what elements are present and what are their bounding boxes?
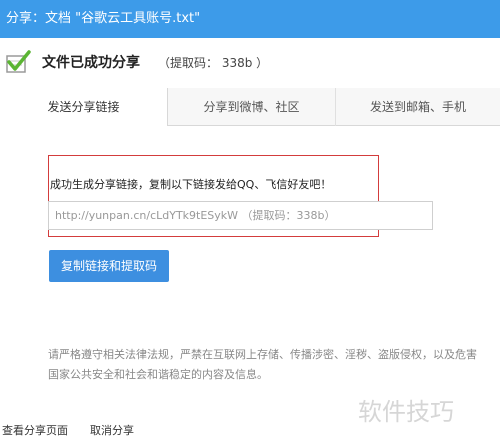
tab-send-email[interactable]: 发送到邮箱、手机 xyxy=(336,88,500,126)
share-header: 文件已成功分享 （提取码： 338b ） xyxy=(0,38,500,88)
view-share-page-link[interactable]: 查看分享页面 xyxy=(2,422,68,438)
window-title-bar: 分享：文档 "谷歌云工具账号.txt" xyxy=(0,0,500,38)
tab-label: 发送到邮箱、手机 xyxy=(369,100,466,114)
share-instruction: 成功生成分享链接，复制以下链接发给QQ、飞信好友吧！ xyxy=(50,178,332,191)
check-icon xyxy=(6,50,31,73)
watermark-text: 软件技巧 xyxy=(358,398,454,426)
tab-share-weibo[interactable]: 分享到微博、社区 xyxy=(168,88,336,126)
tab-label: 分享到微博、社区 xyxy=(203,100,300,114)
extraction-code: （提取码： 338b ） xyxy=(158,56,269,70)
copy-link-button[interactable]: 复制链接和提取码 xyxy=(49,250,169,282)
share-link-field[interactable]: http://yunpan.cn/cLdYTk9tESykW （提取码：338b… xyxy=(48,201,433,230)
share-tabs: 发送分享链接 分享到微博、社区 发送到邮箱、手机 xyxy=(0,88,500,127)
tab-send-link[interactable]: 发送分享链接 xyxy=(0,88,168,127)
legal-notice: 请严格遵守相关法律法规，严禁在互联网上存储、传播涉密、淫秽、盗版侵权，以及危害国… xyxy=(48,348,477,381)
tab-label: 发送分享链接 xyxy=(47,100,120,114)
cancel-share-link[interactable]: 取消分享 xyxy=(90,422,134,438)
share-success-title: 文件已成功分享 xyxy=(42,55,140,71)
window-title: 分享：文档 "谷歌云工具账号.txt" xyxy=(6,11,201,26)
